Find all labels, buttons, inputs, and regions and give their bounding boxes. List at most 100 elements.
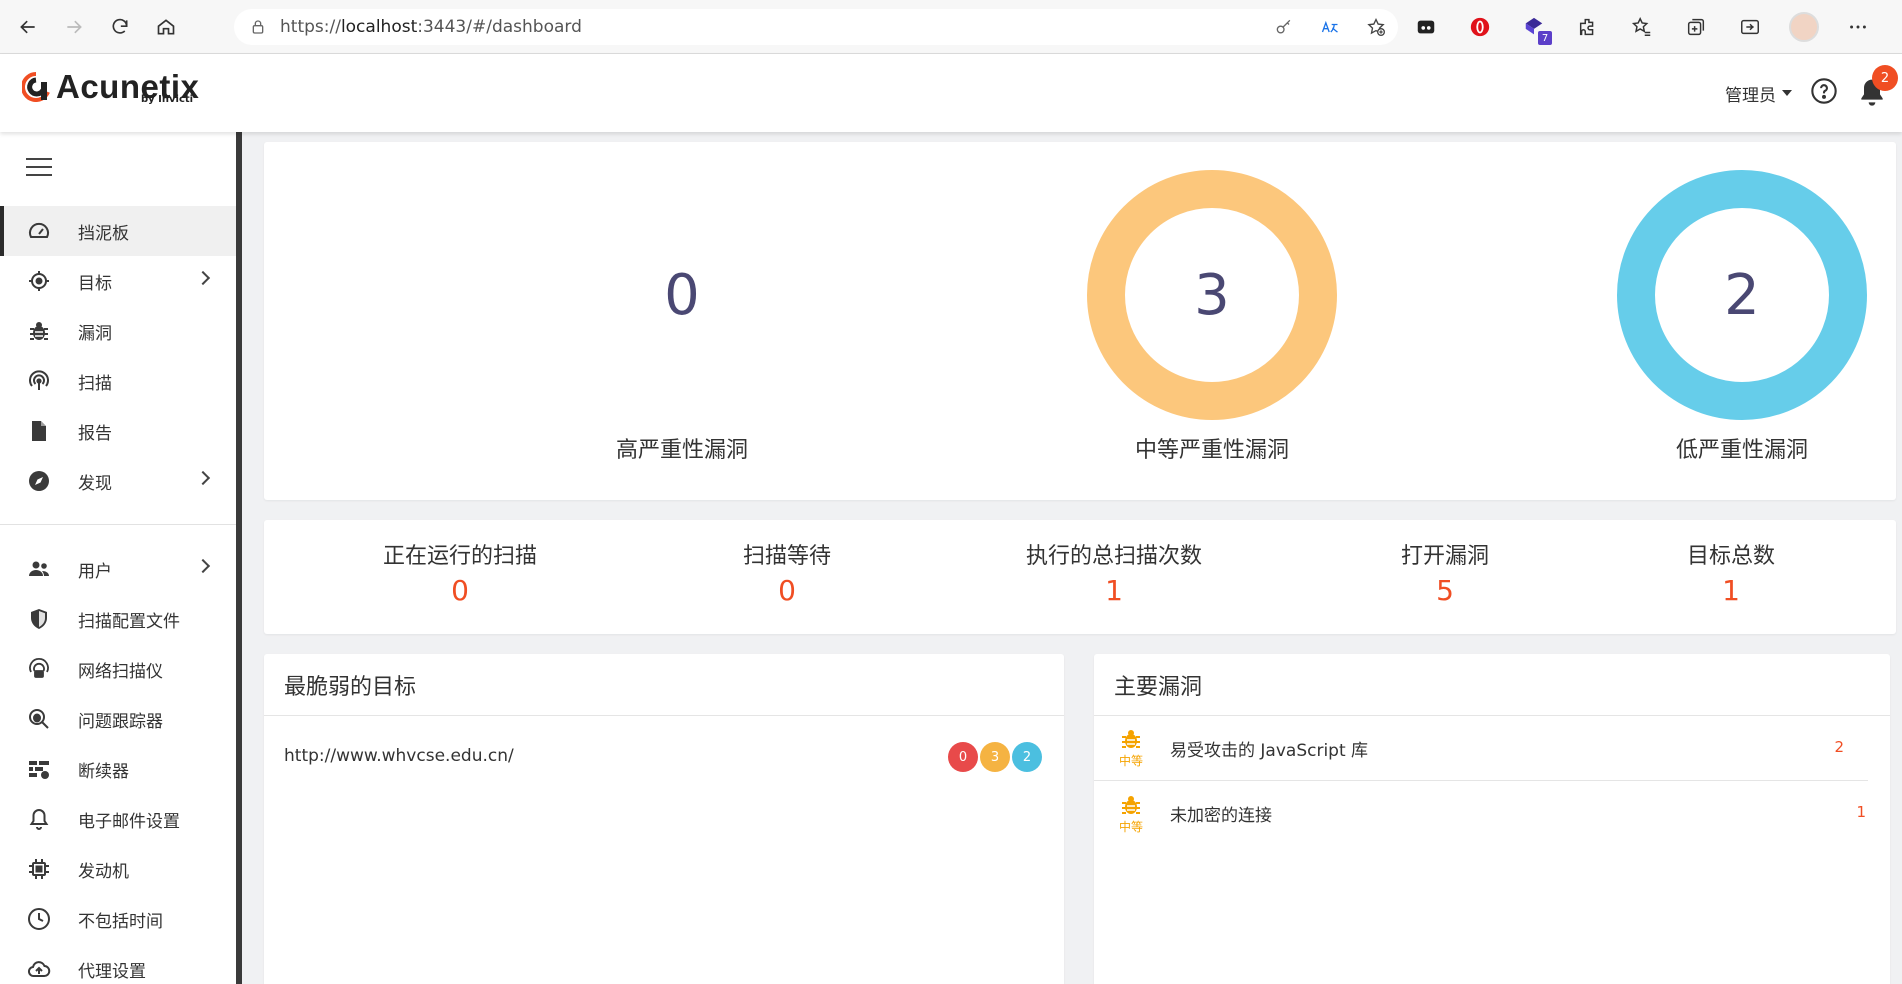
stat-running-scans[interactable]: 正在运行的扫描 0 (380, 538, 540, 607)
hamburger-line (26, 158, 52, 160)
stat-total-scans[interactable]: 执行的总扫描次数 1 (1024, 538, 1204, 607)
opera-icon (1470, 17, 1490, 37)
more-menu-button[interactable] (1842, 11, 1874, 43)
table-row[interactable]: http://www.whvcse.edu.cn/ 0 3 2 (264, 716, 1064, 796)
reload-button[interactable] (102, 9, 138, 45)
sidebar-item-scans[interactable]: 扫描 (0, 356, 236, 406)
stat-value: 0 (778, 574, 796, 607)
sidebar-item-users[interactable]: 用户 (0, 544, 236, 594)
lock-icon (252, 20, 264, 34)
sidebar-item-discovery[interactable]: 发现 (0, 456, 236, 506)
top-vulnerabilities-card: 主要漏洞 中等 易受攻击的 JavaScript 库 2 中等 未加密的连接 1 (1094, 654, 1890, 984)
sidebar-item-proxy-settings[interactable]: 代理设置 (0, 944, 236, 984)
sidebar-item-label: 挡泥板 (78, 223, 129, 244)
bug-icon (1122, 795, 1140, 814)
medium-severity-widget[interactable]: 3 中等严重性漏洞 (1082, 142, 1342, 464)
menu-toggle-button[interactable] (26, 158, 52, 176)
list-item[interactable]: 中等 未加密的连接 1 (1094, 781, 1890, 846)
sidebar-item-label: 网络扫描仪 (78, 661, 163, 682)
puzzle-icon (1579, 18, 1594, 36)
severity-label: 中等 (1118, 754, 1143, 768)
help-button[interactable] (1810, 77, 1838, 109)
compass-icon (29, 471, 49, 491)
extension-cube-icon[interactable]: 7 (1518, 11, 1552, 45)
sidebar-item-network-scanner[interactable]: 网络扫描仪 (0, 644, 236, 694)
list-item[interactable]: 中等 易受攻击的 JavaScript 库 2 (1094, 716, 1868, 781)
user-menu[interactable]: 管理员 (1725, 81, 1792, 106)
bug-icon (1122, 730, 1140, 748)
stat-value: 1 (1105, 574, 1123, 607)
stat-value: 0 (451, 574, 469, 607)
sidebar-nav: 挡泥板 目标 漏洞 扫描 报告 发现 用户 扫描配置文件 网络扫描仪 问题跟踪器… (0, 206, 236, 984)
severity-count-pills: 0 3 2 (948, 742, 1042, 772)
extensions-button[interactable] (1572, 11, 1604, 43)
vulnerability-count: 1 (1856, 803, 1866, 821)
sidebar-item-label: 问题跟踪器 (78, 711, 163, 732)
scan-stats-card: 正在运行的扫描 0 扫描等待 0 执行的总扫描次数 1 打开漏洞 5 目标总数 … (264, 520, 1896, 634)
low-severity-count: 2 (1724, 262, 1760, 328)
extension-square-icon (1417, 20, 1435, 34)
back-button[interactable] (10, 9, 46, 45)
stat-total-targets[interactable]: 目标总数 1 (1686, 538, 1776, 607)
sidebar-item-label: 代理设置 (78, 961, 146, 982)
stat-label: 正在运行的扫描 (382, 544, 537, 569)
chevron-right-icon (195, 470, 211, 486)
shield-icon (31, 609, 47, 629)
notifications-button[interactable]: 2 (1856, 65, 1898, 109)
medium-severity-label: 中等严重性漏洞 (1134, 438, 1289, 463)
vulnerability-name[interactable]: 易受攻击的 JavaScript 库 (1170, 736, 1368, 761)
sidebar-item-label: 断续器 (78, 761, 129, 782)
sidebar-item-dashboard[interactable]: 挡泥板 (0, 206, 236, 256)
medium-severity-count: 3 (1194, 262, 1230, 328)
file-icon (32, 421, 46, 441)
stat-label: 目标总数 (1686, 544, 1775, 569)
more-icon (1850, 25, 1866, 29)
extension-opera-icon[interactable] (1464, 11, 1496, 43)
sidebar-item-interrupter[interactable]: 断续器 (0, 744, 236, 794)
extension-tab-icon[interactable] (1410, 11, 1442, 43)
avatar (1789, 12, 1819, 42)
low-severity-widget[interactable]: 2 低严重性漏洞 (1612, 142, 1872, 464)
sidebar-item-issue-trackers[interactable]: 问题跟踪器 (0, 694, 236, 744)
profile-button[interactable] (1788, 11, 1820, 43)
url-path: :3443/#/dashboard (417, 17, 582, 37)
bug-icon (30, 322, 48, 340)
sidebar-item-email-settings[interactable]: 电子邮件设置 (0, 794, 236, 844)
sidebar-item-engines[interactable]: 发动机 (0, 844, 236, 894)
sidebar-item-reports[interactable]: 报告 (0, 406, 236, 456)
vulnerability-name[interactable]: 未加密的连接 (1170, 801, 1272, 826)
stat-waiting-scans[interactable]: 扫描等待 0 (742, 538, 832, 607)
caret-down-icon (1782, 90, 1792, 96)
card-title: 主要漏洞 (1094, 654, 1890, 716)
address-bar[interactable]: https://localhost:3443/#/dashboard (234, 9, 1398, 45)
favorite-add-icon[interactable] (1366, 17, 1386, 37)
stat-label: 打开漏洞 (1400, 544, 1489, 569)
target-url[interactable]: http://www.whvcse.edu.cn/ (284, 746, 514, 766)
arrow-right-icon (67, 20, 82, 33)
reload-icon (112, 18, 128, 34)
home-button[interactable] (148, 9, 184, 45)
sidebar-item-label: 漏洞 (78, 323, 112, 344)
collections-button[interactable] (1680, 11, 1712, 43)
sidebar-item-targets[interactable]: 目标 (0, 256, 236, 306)
high-severity-widget[interactable]: 0 高严重性漏洞 (552, 142, 812, 464)
forward-button[interactable] (56, 9, 92, 45)
extension-badge: 7 (1538, 31, 1552, 45)
chevron-right-icon (195, 270, 211, 286)
medium-count-pill: 3 (980, 742, 1010, 772)
url-prefix: https:// (280, 17, 341, 37)
translate-icon[interactable] (1320, 17, 1340, 37)
radar-icon (29, 370, 49, 390)
sidebar-item-excluded-hours[interactable]: 不包括时间 (0, 894, 236, 944)
favorites-button[interactable] (1626, 11, 1658, 43)
key-icon[interactable] (1274, 17, 1294, 37)
stat-open-vulnerabilities[interactable]: 打开漏洞 5 (1400, 538, 1490, 607)
high-severity-count: 0 (664, 262, 700, 328)
help-icon (1811, 78, 1837, 104)
hamburger-line (26, 174, 52, 176)
sidebar-item-scan-profiles[interactable]: 扫描配置文件 (0, 594, 236, 644)
sidebar-item-vulnerabilities[interactable]: 漏洞 (0, 306, 236, 356)
browser-essentials-button[interactable] (1734, 11, 1766, 43)
sidebar-icon (1741, 19, 1759, 35)
logo-mark-icon (22, 72, 50, 102)
